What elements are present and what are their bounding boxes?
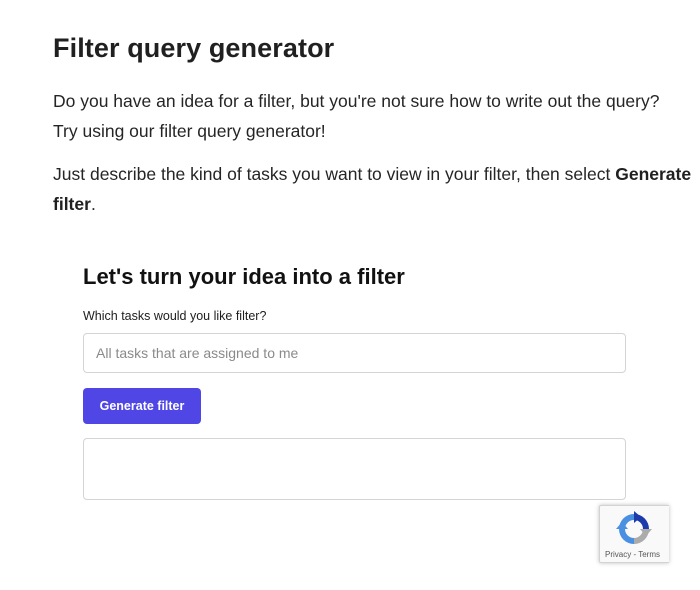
generator-heading: Let's turn your idea into a filter xyxy=(83,264,405,289)
instruction-paragraph: Just describe the kind of tasks you want… xyxy=(53,159,693,219)
recaptcha-terms-link[interactable]: Terms xyxy=(638,550,660,559)
query-field-label: Which tasks would you like filter? xyxy=(83,309,267,323)
page: Filter query generator Do you have an id… xyxy=(0,0,700,590)
recaptcha-icon xyxy=(616,511,652,544)
instruction-prefix: Just describe the kind of tasks you want… xyxy=(53,164,616,184)
query-input[interactable] xyxy=(83,333,626,373)
generate-filter-button[interactable]: Generate filter xyxy=(83,388,201,424)
instruction-suffix: . xyxy=(90,194,96,214)
intro-paragraph: Do you have an idea for a filter, but yo… xyxy=(53,91,660,141)
recaptcha-badge[interactable]: Privacy - Terms xyxy=(599,505,669,563)
filter-result-box[interactable] xyxy=(83,438,626,500)
page-title: Filter query generator xyxy=(53,33,335,63)
recaptcha-privacy-link[interactable]: Privacy xyxy=(605,550,631,559)
recaptcha-links: Privacy - Terms xyxy=(605,550,669,559)
